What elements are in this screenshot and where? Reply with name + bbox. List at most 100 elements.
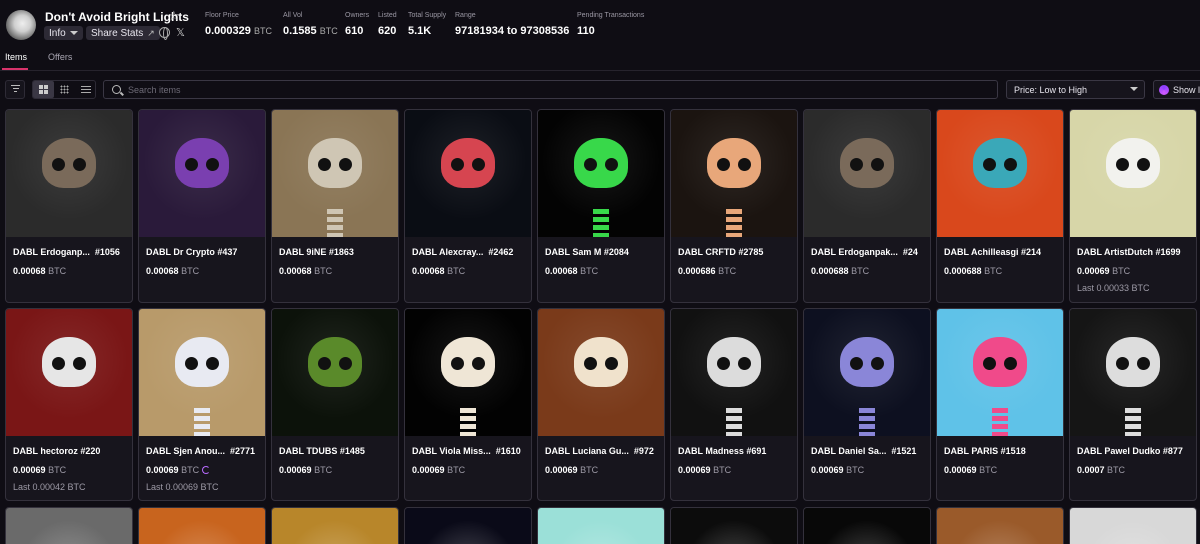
skull-artwork (840, 138, 894, 189)
stat-floor-price: Floor Price 0.000329 BTC (205, 12, 272, 37)
item-image (671, 508, 797, 544)
sort-label: Price: Low to High (1014, 85, 1088, 95)
stat-label: Pending Transactions (577, 12, 645, 19)
item-name: DABL hectoroz #220 (13, 446, 101, 456)
item-image (1070, 110, 1196, 237)
item-card[interactable]: DABL Achilleasgi #214 0.000688 BTC (936, 109, 1064, 303)
star-icon[interactable]: ☆ (168, 8, 180, 24)
item-price: 0.00068 BTC (412, 266, 466, 276)
item-card[interactable]: DABL Alexcray... #2462 0.00068 BTC (404, 109, 532, 303)
item-image (538, 309, 664, 436)
stat-value: 0.000329 BTC (205, 25, 272, 37)
item-price: 0.00069 BTC (678, 465, 732, 475)
item-card[interactable]: DABL Erdoganpak... #24 0.000688 BTC (803, 109, 931, 303)
item-card[interactable]: DABL 9iNE #1863 0.00068 BTC (271, 109, 399, 303)
item-card[interactable] (803, 507, 931, 544)
stat-value: 0.1585 BTC (283, 25, 338, 37)
item-card[interactable]: DABL Daniel Sa... #1521 0.00069 BTC (803, 308, 931, 501)
divider (0, 70, 1200, 71)
stat-value: 97181934 to 97308536 (455, 25, 570, 37)
tab-items[interactable]: Items (5, 52, 27, 62)
item-card[interactable]: DABL Madness #691 0.00069 BTC (670, 308, 798, 501)
item-name: DABL PARIS #1518 (944, 446, 1026, 456)
item-price: 0.00069 BTC (545, 465, 599, 475)
item-image (272, 110, 398, 237)
stat-label: All Vol (283, 12, 303, 19)
item-name: DABL ArtistDutch #1699 (1077, 247, 1181, 257)
item-card[interactable]: DABL hectoroz #220 0.00069 BTC Last 0.00… (5, 308, 133, 501)
item-price: 0.00069 BTC (944, 465, 998, 475)
share-stats-button[interactable]: Share Stats ↗ (86, 26, 160, 40)
sort-dropdown[interactable]: Price: Low to High (1006, 80, 1145, 99)
skull-artwork (840, 337, 894, 388)
collection-avatar (6, 10, 36, 40)
stat-value: 5.1K (408, 25, 432, 37)
item-image (1070, 309, 1196, 436)
item-image (937, 508, 1063, 544)
item-card[interactable] (670, 507, 798, 544)
item-price: 0.000688 BTC (811, 266, 870, 276)
item-price: 0.00069 BTC (279, 465, 333, 475)
share-stats-label: Share Stats (91, 27, 144, 39)
item-card[interactable]: DABL Luciana Gu... #972 0.00069 BTC (537, 308, 665, 501)
item-card[interactable] (404, 507, 532, 544)
item-card[interactable] (1069, 507, 1197, 544)
item-card[interactable]: DABL Sam M #2084 0.00068 BTC (537, 109, 665, 303)
item-price: 0.00069 BTC (811, 465, 865, 475)
item-name: DABL Viola Miss... #1610 (412, 446, 521, 456)
item-card[interactable]: DABL Sjen Anou... #2771 0.00069 BTC Last… (138, 308, 266, 501)
list-icon (81, 86, 91, 94)
skull-artwork (175, 138, 229, 189)
item-card[interactable]: DABL Erdoganp... #1056 0.00068 BTC (5, 109, 133, 303)
show-toggle-button[interactable]: Show l (1153, 80, 1200, 99)
chevron-down-icon (69, 31, 78, 35)
item-price: 0.00068 BTC (13, 266, 67, 276)
item-card[interactable] (5, 507, 133, 544)
item-card[interactable] (936, 507, 1064, 544)
filter-button[interactable] (5, 80, 25, 99)
item-last-sale: Last 0.00033 BTC (1077, 283, 1150, 293)
chevron-down-icon (1130, 87, 1138, 91)
item-price: 0.000688 BTC (944, 266, 1003, 276)
item-image (937, 309, 1063, 436)
item-card[interactable]: DABL PARIS #1518 0.00069 BTC (936, 308, 1064, 501)
tab-offers[interactable]: Offers (48, 52, 72, 62)
skull-artwork (973, 337, 1027, 388)
item-card[interactable] (271, 507, 399, 544)
info-dropdown[interactable]: Info (44, 26, 83, 40)
item-image (405, 508, 531, 544)
item-price: 0.000686 BTC (678, 266, 737, 276)
search-box (103, 80, 998, 99)
large-grid-view-button[interactable] (33, 81, 54, 98)
stat-label: Range (455, 12, 476, 19)
item-card[interactable]: DABL Dr Crypto #437 0.00068 BTC (138, 109, 266, 303)
list-view-button[interactable] (75, 81, 96, 98)
item-name: DABL Erdoganp... #1056 (13, 247, 120, 257)
item-image (671, 110, 797, 237)
stat-label: Total Supply (408, 12, 447, 19)
item-price: 0.00069 BTC (146, 465, 211, 475)
item-image (538, 508, 664, 544)
item-image (6, 110, 132, 237)
small-grid-view-button[interactable] (54, 81, 75, 98)
item-price: 0.00069 BTC (412, 465, 466, 475)
item-card[interactable] (138, 507, 266, 544)
item-card[interactable] (537, 507, 665, 544)
stat-listed: Listed 620 (378, 12, 397, 37)
item-image (538, 110, 664, 237)
tab-bar: Items Offers (0, 46, 1200, 70)
x-icon[interactable]: 𝕏 (176, 26, 185, 39)
stat-label: Owners (345, 12, 370, 19)
item-card[interactable]: DABL Pawel Dudko #877 0.0007 BTC (1069, 308, 1197, 501)
item-card[interactable]: DABL Viola Miss... #1610 0.00069 BTC (404, 308, 532, 501)
item-name: DABL Alexcray... #2462 (412, 247, 514, 257)
skull-artwork (707, 138, 761, 189)
search-input[interactable] (128, 82, 988, 97)
item-image (1070, 508, 1196, 544)
item-name: DABL Sam M #2084 (545, 247, 629, 257)
item-card[interactable]: DABL ArtistDutch #1699 0.00069 BTC Last … (1069, 109, 1197, 303)
item-card[interactable]: DABL TDUBS #1485 0.00069 BTC (271, 308, 399, 501)
item-image (139, 309, 265, 436)
item-card[interactable]: DABL CRFTD #2785 0.000686 BTC (670, 109, 798, 303)
globe-icon[interactable] (159, 27, 170, 40)
